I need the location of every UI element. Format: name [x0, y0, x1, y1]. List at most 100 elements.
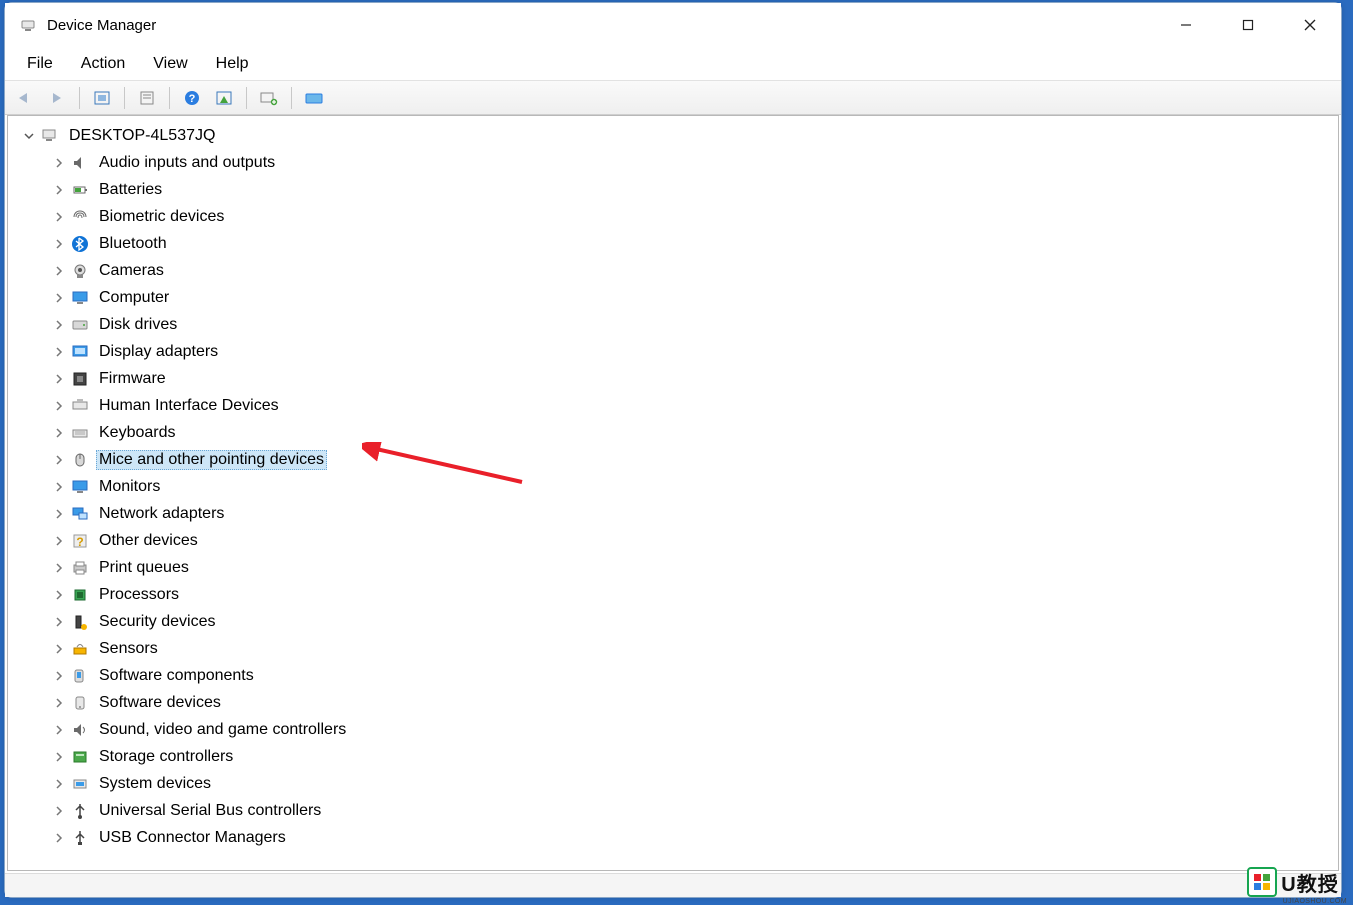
toolbar-separator	[291, 87, 292, 109]
chevron-right-icon[interactable]	[52, 210, 66, 224]
tree-node[interactable]: Print queues	[8, 554, 1338, 581]
tree-node[interactable]: Cameras	[8, 257, 1338, 284]
chevron-right-icon[interactable]	[52, 588, 66, 602]
sensor-icon	[70, 639, 90, 659]
chevron-right-icon[interactable]	[52, 534, 66, 548]
tree-panel[interactable]: DESKTOP-4L537JQ Audio inputs and outputs B…	[7, 115, 1339, 871]
usb-connector-icon	[70, 828, 90, 848]
tree-node[interactable]: Mice and other pointing devices	[8, 446, 1338, 473]
tree-node-label: Print queues	[96, 558, 192, 578]
menu-action[interactable]: Action	[67, 51, 139, 77]
chevron-right-icon[interactable]	[52, 561, 66, 575]
chevron-right-icon[interactable]	[52, 345, 66, 359]
tree-node-label: Batteries	[96, 180, 165, 200]
tree-node-label: Cameras	[96, 261, 167, 281]
tree-node[interactable]: Firmware	[8, 365, 1338, 392]
help-button[interactable]: ?	[178, 85, 206, 111]
tree-root[interactable]: DESKTOP-4L537JQ	[8, 122, 1338, 149]
tree-node[interactable]: Monitors	[8, 473, 1338, 500]
tree-node[interactable]: Storage controllers	[8, 743, 1338, 770]
tree-node[interactable]: Network adapters	[8, 500, 1338, 527]
tree-node[interactable]: Sound, video and game controllers	[8, 716, 1338, 743]
chevron-right-icon[interactable]	[52, 615, 66, 629]
tree-node[interactable]: Disk drives	[8, 311, 1338, 338]
chevron-right-icon[interactable]	[52, 156, 66, 170]
biometric-icon	[70, 207, 90, 227]
tree-node[interactable]: Display adapters	[8, 338, 1338, 365]
tree-node[interactable]: Batteries	[8, 176, 1338, 203]
tree-node-label: Sensors	[96, 639, 161, 659]
chevron-right-icon[interactable]	[52, 480, 66, 494]
chevron-right-icon[interactable]	[52, 750, 66, 764]
chevron-right-icon[interactable]	[52, 291, 66, 305]
forward-button[interactable]	[43, 85, 71, 111]
window-title: Device Manager	[47, 17, 156, 34]
chevron-right-icon[interactable]	[52, 399, 66, 413]
back-button[interactable]	[11, 85, 39, 111]
tree-node[interactable]: Biometric devices	[8, 203, 1338, 230]
chevron-right-icon[interactable]	[52, 642, 66, 656]
battery-icon	[70, 180, 90, 200]
tree-node[interactable]: Software components	[8, 662, 1338, 689]
tree-node[interactable]: Universal Serial Bus controllers	[8, 797, 1338, 824]
scan-hardware-button[interactable]	[255, 85, 283, 111]
chevron-right-icon[interactable]	[52, 264, 66, 278]
tree-node[interactable]: Software devices	[8, 689, 1338, 716]
devices-by-type-button[interactable]	[210, 85, 238, 111]
tree-node[interactable]: Security devices	[8, 608, 1338, 635]
chevron-right-icon[interactable]	[52, 669, 66, 683]
chevron-right-icon[interactable]	[52, 804, 66, 818]
tree-node-label: Biometric devices	[96, 207, 227, 227]
chevron-right-icon[interactable]	[52, 507, 66, 521]
tree-node-label: Mice and other pointing devices	[96, 450, 327, 470]
chevron-right-icon[interactable]	[52, 318, 66, 332]
chevron-right-icon[interactable]	[52, 426, 66, 440]
tree-node-label: Firmware	[96, 369, 169, 389]
device-tree[interactable]: DESKTOP-4L537JQ Audio inputs and outputs B…	[8, 116, 1338, 857]
chevron-right-icon[interactable]	[52, 183, 66, 197]
tree-node[interactable]: Audio inputs and outputs	[8, 149, 1338, 176]
chevron-right-icon[interactable]	[52, 723, 66, 737]
monitor-icon	[70, 288, 90, 308]
tree-node-label: Software devices	[96, 693, 224, 713]
menu-file[interactable]: File	[13, 51, 67, 77]
tree-node[interactable]: Processors	[8, 581, 1338, 608]
menu-help[interactable]: Help	[202, 51, 263, 77]
chevron-right-icon[interactable]	[52, 777, 66, 791]
toolbar-separator	[79, 87, 80, 109]
chevron-right-icon[interactable]	[52, 831, 66, 845]
menu-view[interactable]: View	[139, 51, 201, 77]
device-manager-window: Device Manager File Action View Help	[4, 2, 1342, 898]
properties-button[interactable]	[133, 85, 161, 111]
chevron-down-icon[interactable]	[22, 129, 36, 143]
tree-node[interactable]: Keyboards	[8, 419, 1338, 446]
camera-icon	[70, 261, 90, 281]
chevron-right-icon[interactable]	[52, 696, 66, 710]
tree-node[interactable]: Computer	[8, 284, 1338, 311]
tree-node-label: Processors	[96, 585, 182, 605]
tree-node[interactable]: Human Interface Devices	[8, 392, 1338, 419]
computer-icon	[40, 126, 60, 146]
svg-text:?: ?	[189, 93, 196, 105]
show-hidden-button[interactable]	[88, 85, 116, 111]
minimize-button[interactable]	[1155, 3, 1217, 47]
chevron-right-icon[interactable]	[52, 453, 66, 467]
tree-root-label: DESKTOP-4L537JQ	[66, 126, 218, 146]
tree-node[interactable]: System devices	[8, 770, 1338, 797]
tree-node-label: Keyboards	[96, 423, 179, 443]
maximize-button[interactable]	[1217, 3, 1279, 47]
devices-by-type-icon	[215, 90, 233, 106]
bluetooth-icon	[70, 234, 90, 254]
chevron-right-icon[interactable]	[52, 372, 66, 386]
toolbar-separator	[246, 87, 247, 109]
add-legacy-button[interactable]	[300, 85, 328, 111]
sound-icon	[70, 720, 90, 740]
tree-node[interactable]: Sensors	[8, 635, 1338, 662]
tree-node[interactable]: USB Connector Managers	[8, 824, 1338, 851]
security-icon	[70, 612, 90, 632]
close-button[interactable]	[1279, 3, 1341, 47]
scan-hardware-icon	[259, 90, 279, 106]
chevron-right-icon[interactable]	[52, 237, 66, 251]
tree-node[interactable]: ?Other devices	[8, 527, 1338, 554]
tree-node[interactable]: Bluetooth	[8, 230, 1338, 257]
